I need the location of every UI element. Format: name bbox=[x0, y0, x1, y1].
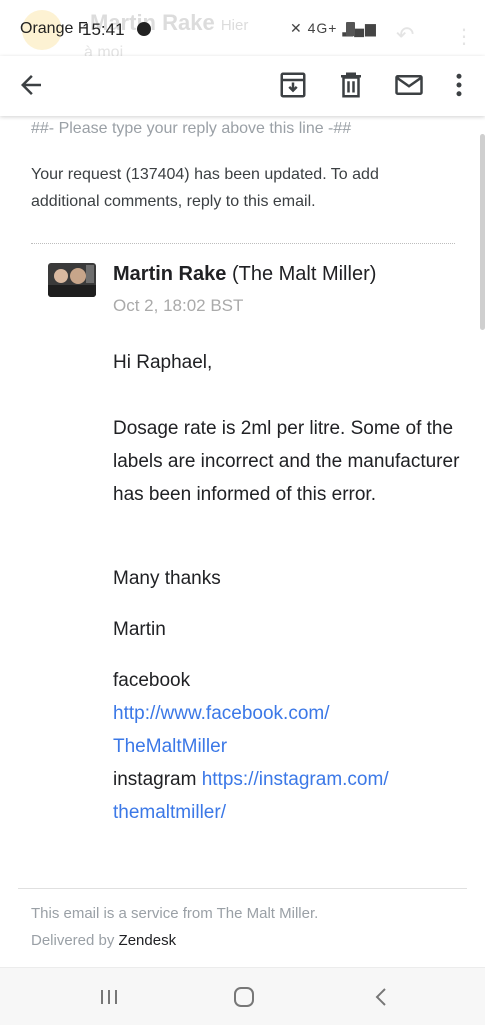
nav-back-icon[interactable] bbox=[368, 984, 396, 1010]
facebook-link-part-1[interactable]: http://www.facebook.com/ bbox=[113, 703, 330, 724]
signature-name: Martin bbox=[113, 619, 166, 640]
delivered-by-label: Delivered by bbox=[31, 932, 115, 949]
facebook-label: facebook bbox=[113, 670, 191, 691]
status-bar: Martin Rake Hier à moi Orange F 15:41 ✕ … bbox=[0, 0, 485, 61]
faded-more-icon: ⋮ bbox=[454, 26, 474, 48]
more-vertical-icon[interactable] bbox=[444, 70, 474, 100]
network-label: 4G+ bbox=[307, 20, 338, 36]
app-toolbar bbox=[0, 56, 485, 116]
notification-dot-icon bbox=[137, 22, 151, 36]
carrier-label: Orange F bbox=[20, 20, 88, 37]
closing-thanks: Many thanks bbox=[113, 568, 221, 589]
instagram-link-part-1[interactable]: https://instagram.com/ bbox=[202, 769, 389, 790]
footer-divider bbox=[18, 888, 467, 889]
avatar[interactable] bbox=[48, 263, 96, 297]
message-paragraph: Dosage rate is 2ml per litre. Some of th… bbox=[113, 418, 460, 505]
dotted-divider bbox=[31, 243, 455, 244]
home-icon[interactable] bbox=[230, 984, 258, 1010]
trash-icon[interactable] bbox=[336, 70, 366, 100]
archive-icon[interactable] bbox=[278, 70, 308, 100]
scrollbar[interactable] bbox=[480, 134, 485, 330]
message-date: Oct 2, 18:02 BST bbox=[113, 296, 244, 315]
system-nav-bar bbox=[0, 967, 485, 1025]
sender-organization: (The Malt Miller) bbox=[231, 263, 377, 285]
reply-above-line: ##- Please type your reply above this li… bbox=[31, 120, 352, 137]
zendesk-link[interactable]: Zendesk bbox=[119, 932, 177, 949]
facebook-link-part-2[interactable]: TheMaltMiller bbox=[113, 736, 227, 757]
sender-name: Martin Rake bbox=[113, 263, 227, 285]
delivered-by-line: Delivered by Zendesk bbox=[31, 932, 176, 949]
instagram-label: instagram bbox=[113, 769, 197, 790]
request-update-text: Your request (137404) has been updated. … bbox=[31, 166, 379, 210]
service-notice: This email is a service from The Malt Mi… bbox=[31, 905, 319, 922]
battery-icon bbox=[346, 22, 355, 36]
facebook-link[interactable]: http://www.facebook.com/ TheMaltMiller bbox=[113, 703, 330, 757]
envelope-icon[interactable] bbox=[394, 70, 424, 100]
social-links: facebook http://www.facebook.com/ TheMal… bbox=[113, 664, 463, 829]
signal-icons: ✕ 4G+ ▂▄▆ bbox=[290, 20, 377, 36]
clock: 15:41 bbox=[82, 20, 125, 39]
back-arrow-icon[interactable] bbox=[16, 70, 46, 100]
instagram-link-part-2[interactable]: themaltmiller/ bbox=[113, 802, 226, 823]
greeting: Hi Raphael, bbox=[113, 352, 213, 373]
recent-apps-icon[interactable] bbox=[96, 984, 124, 1010]
faded-reply-icon: ↶ bbox=[396, 22, 415, 47]
sender-line: Martin Rake (The Malt Miller) bbox=[113, 263, 376, 286]
